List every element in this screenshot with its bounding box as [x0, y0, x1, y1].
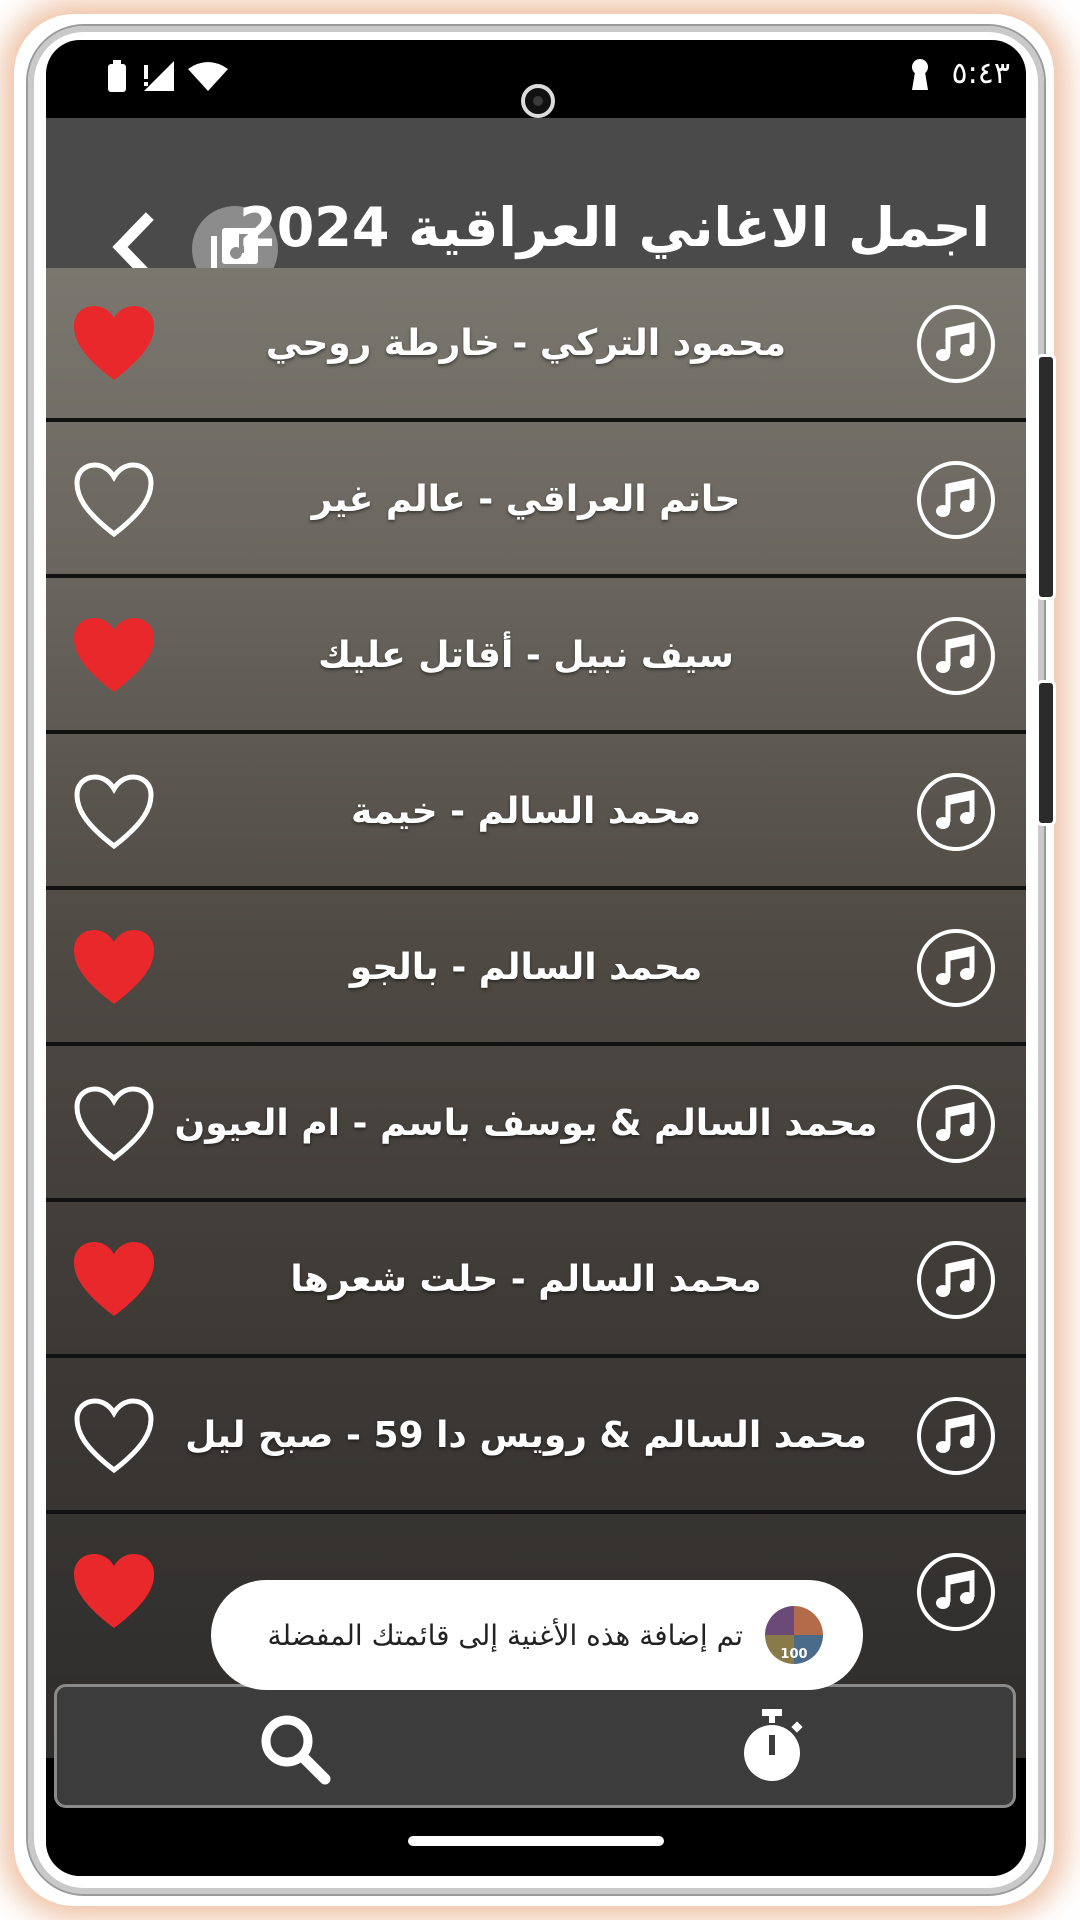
song-title: محمد السالم - حلت شعرها [290, 1258, 762, 1300]
music-note-icon[interactable] [916, 1240, 996, 1320]
heart-outline-icon[interactable] [72, 1084, 156, 1164]
music-note-icon[interactable] [916, 460, 996, 540]
heart-filled-icon[interactable] [72, 304, 156, 384]
status-right: ٥:٤٣ [910, 56, 1010, 91]
toast-text: تم إضافة هذه الأغنية إلى قائمتك المفضلة [267, 1618, 743, 1652]
home-indicator[interactable] [408, 1836, 664, 1846]
wifi-icon [188, 62, 228, 91]
heart-filled-icon[interactable] [72, 616, 156, 696]
song-row[interactable]: سيف نبيل - أقاتل عليك [46, 580, 1026, 734]
song-row[interactable]: حاتم العراقي - عالم غير [46, 424, 1026, 578]
music-note-icon[interactable] [916, 1396, 996, 1476]
music-note-icon[interactable] [916, 1084, 996, 1164]
song-title: حاتم العراقي - عالم غير [311, 478, 741, 520]
song-row[interactable]: محمد السالم & يوسف باسم - ام العيون [46, 1048, 1026, 1202]
battery-icon [108, 60, 126, 92]
song-title: سيف نبيل - أقاتل عليك [318, 634, 734, 676]
song-title: محمد السالم & يوسف باسم - ام العيون [174, 1102, 878, 1144]
heart-outline-icon[interactable] [72, 460, 156, 540]
search-icon[interactable] [257, 1711, 333, 1787]
status-bar: ٥:٤٣ [46, 40, 1026, 118]
heart-outline-icon[interactable] [72, 1396, 156, 1476]
heart-filled-icon[interactable] [72, 928, 156, 1008]
avatar-badge: 100 [780, 1647, 808, 1662]
front-camera [521, 84, 555, 118]
power-button [1036, 680, 1056, 826]
music-note-icon[interactable] [916, 928, 996, 1008]
song-title: محمد السالم - خيمة [350, 790, 702, 832]
page-title: اجمل الاغاني العراقية 2024 [239, 196, 990, 259]
song-row[interactable]: محمد السالم - بالجو [46, 892, 1026, 1046]
music-note-icon[interactable] [916, 616, 996, 696]
song-row[interactable]: محمد السالم - خيمة [46, 736, 1026, 890]
song-title: محمد السالم - بالجو [349, 946, 703, 988]
signal-icon [144, 61, 174, 91]
heart-outline-icon[interactable] [72, 772, 156, 852]
music-note-icon[interactable] [916, 304, 996, 384]
heart-filled-icon[interactable] [72, 1240, 156, 1320]
song-title: محمد السالم & رويس دا 59 - صبح ليل [185, 1414, 867, 1456]
timer-icon[interactable] [737, 1707, 807, 1787]
system-nav-bar [46, 1812, 1026, 1876]
toast-message: تم إضافة هذه الأغنية إلى قائمتك المفضلة … [211, 1580, 863, 1690]
song-row[interactable]: محمد السالم & رويس دا 59 - صبح ليل [46, 1360, 1026, 1514]
heart-filled-icon[interactable] [72, 1552, 156, 1632]
music-note-icon[interactable] [916, 1552, 996, 1632]
volume-button [1036, 354, 1056, 600]
keyhole-icon [911, 58, 928, 90]
song-row[interactable]: محمود التركي - خارطة روحي [46, 268, 1026, 422]
song-list: محمود التركي - خارطة روحي حاتم العراقي -… [46, 268, 1026, 1758]
app-avatar: 100 [765, 1606, 823, 1664]
bottom-bar [54, 1684, 1016, 1808]
song-row[interactable]: محمد السالم - حلت شعرها [46, 1204, 1026, 1358]
screen: ٥:٤٣ اجمل الاغاني العراقية 2024 محمود ال… [46, 40, 1026, 1876]
status-icons [108, 60, 228, 92]
music-note-icon[interactable] [916, 772, 996, 852]
song-title: محمود التركي - خارطة روحي [265, 322, 787, 364]
status-time: ٥:٤٣ [951, 56, 1010, 91]
